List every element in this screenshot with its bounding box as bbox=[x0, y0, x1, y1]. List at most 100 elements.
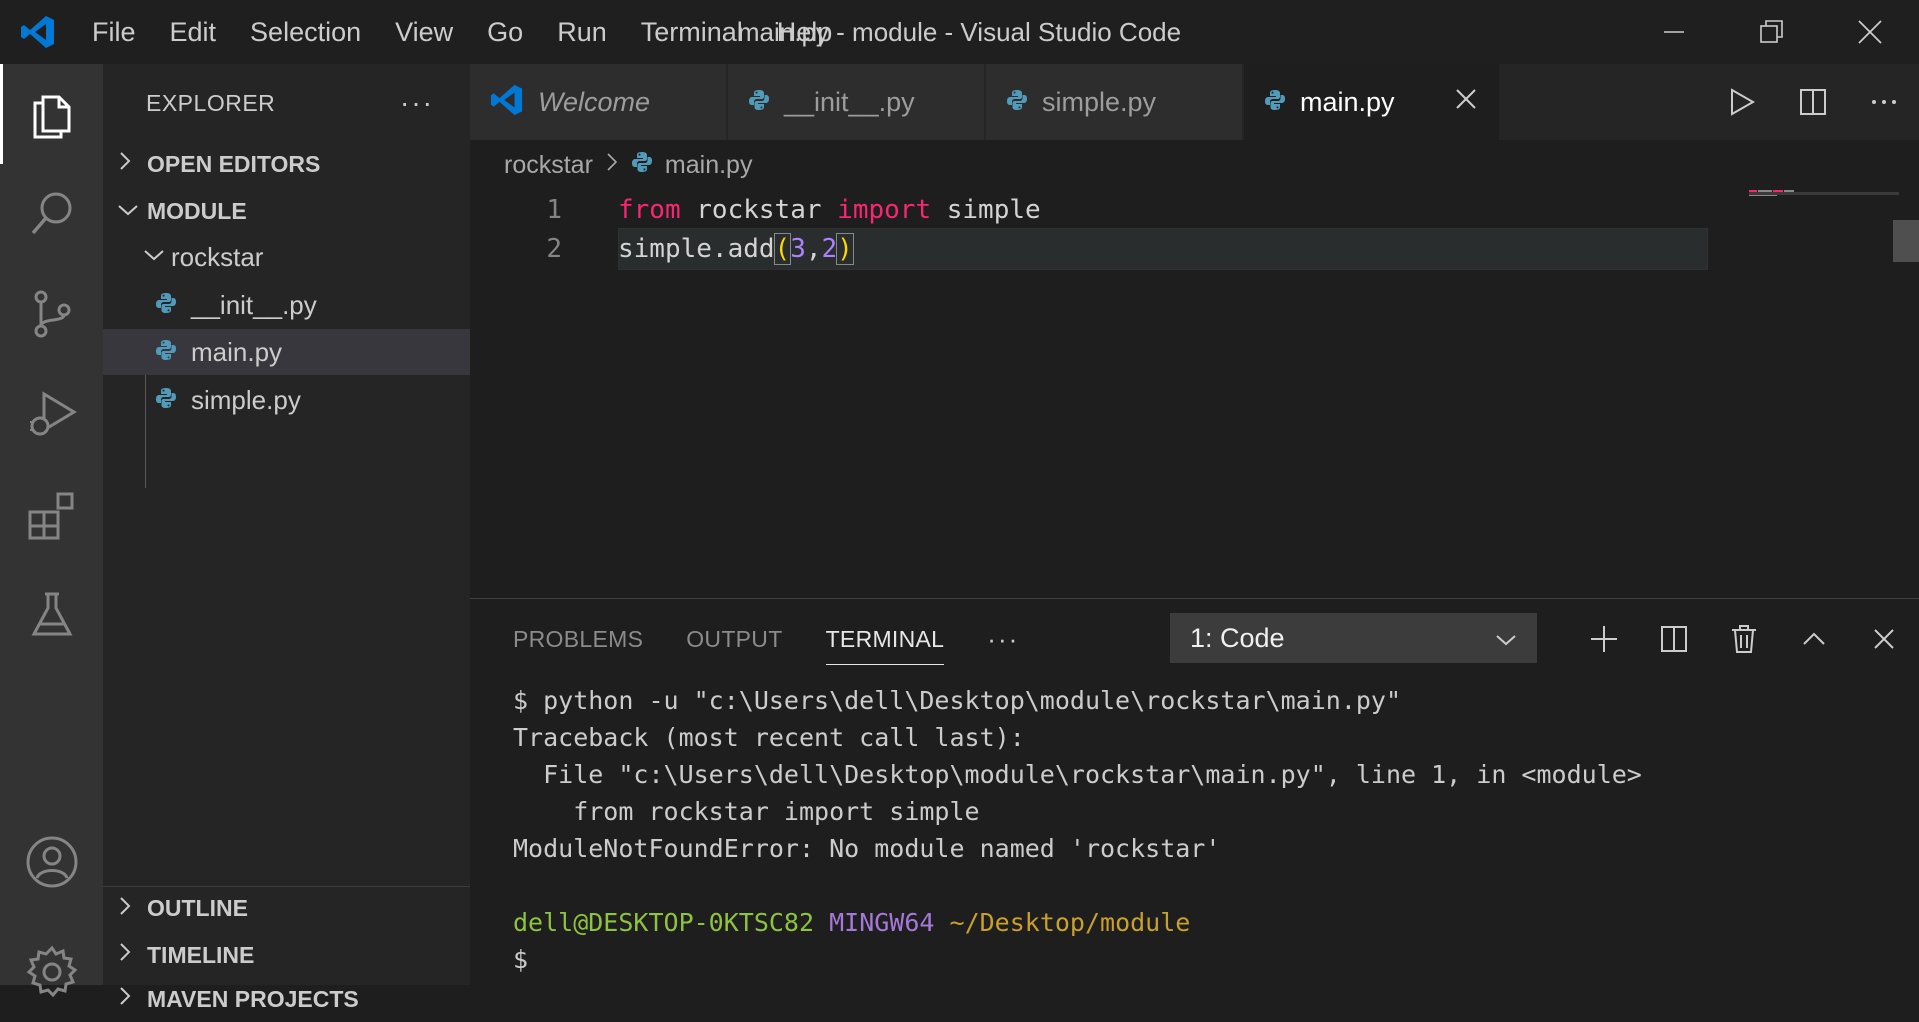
kill-terminal-button[interactable] bbox=[1709, 599, 1779, 679]
panel-actions bbox=[1569, 599, 1919, 679]
more-icon bbox=[1871, 100, 1896, 104]
terminal-line: $ python -u "c:\Users\dell\Desktop\modul… bbox=[513, 686, 1402, 715]
python-icon bbox=[1006, 89, 1028, 116]
tree-file-simple[interactable]: simple.py bbox=[103, 377, 470, 423]
settings-gear-icon[interactable] bbox=[0, 922, 103, 1022]
chevron-right-icon bbox=[117, 942, 147, 968]
trash-icon bbox=[1732, 625, 1756, 653]
restore-button[interactable] bbox=[1723, 0, 1821, 64]
testing-icon[interactable] bbox=[0, 564, 103, 664]
terminal-line: from rockstar import simple bbox=[513, 797, 980, 826]
restore-icon bbox=[1760, 20, 1783, 43]
close-panel-button[interactable] bbox=[1849, 599, 1919, 679]
tree-file-main[interactable]: main.py bbox=[103, 329, 470, 375]
more-actions-icon[interactable]: ··· bbox=[400, 87, 434, 119]
editor-more-button[interactable] bbox=[1848, 64, 1919, 140]
extensions-icon[interactable] bbox=[0, 464, 103, 564]
terminal-select[interactable]: 1: Code bbox=[1170, 613, 1537, 663]
split-terminal-button[interactable] bbox=[1639, 599, 1709, 679]
terminal-select-value: 1: Code bbox=[1190, 622, 1285, 653]
line-number: 2 bbox=[546, 234, 562, 264]
menu-selection[interactable]: Selection bbox=[233, 0, 378, 64]
code-text[interactable]: simple.add(3,2) bbox=[618, 233, 854, 265]
python-icon bbox=[631, 151, 653, 180]
close-icon bbox=[1874, 629, 1894, 649]
bottom-panel: PROBLEMS OUTPUT TERMINAL ··· 1: Code $ p… bbox=[470, 598, 1919, 985]
section-module[interactable]: MODULE bbox=[103, 189, 470, 233]
run-file-button[interactable] bbox=[1706, 64, 1777, 140]
split-editor-icon bbox=[1799, 89, 1826, 115]
tab-terminal[interactable]: TERMINAL bbox=[825, 599, 945, 679]
menu-file[interactable]: File bbox=[75, 0, 153, 64]
menu-help[interactable]: Help bbox=[760, 0, 850, 64]
editor-scrollbar-thumb[interactable] bbox=[1893, 220, 1919, 262]
maven-section-row: MAVEN PROJECTS bbox=[117, 977, 359, 1021]
code-line-1: 1 from rockstar import simple bbox=[470, 190, 1740, 230]
account-icon[interactable] bbox=[0, 812, 103, 912]
chevron-right-icon bbox=[117, 151, 147, 177]
menu-go[interactable]: Go bbox=[470, 0, 540, 64]
chevron-right-icon bbox=[117, 896, 147, 922]
tab-output[interactable]: OUTPUT bbox=[686, 599, 782, 679]
menu-run[interactable]: Run bbox=[540, 0, 624, 64]
terminal-line: ModuleNotFoundError: No module named 'ro… bbox=[513, 834, 1221, 863]
panel-more-icon[interactable]: ··· bbox=[987, 624, 1019, 655]
new-terminal-button[interactable] bbox=[1569, 599, 1639, 679]
menu-edit[interactable]: Edit bbox=[153, 0, 234, 64]
prompt-user: dell@DESKTOP-0KTSC82 bbox=[513, 908, 815, 937]
python-icon bbox=[1264, 89, 1286, 116]
code-editor[interactable]: 1 from rockstar import simple 2 simple.a… bbox=[470, 190, 1919, 598]
close-window-button[interactable] bbox=[1821, 0, 1919, 64]
terminal-output[interactable]: $ python -u "c:\Users\dell\Desktop\modul… bbox=[513, 682, 1642, 978]
minimize-button[interactable] bbox=[1625, 0, 1723, 64]
tab-simple[interactable]: simple.py bbox=[986, 64, 1243, 140]
close-tab-icon[interactable] bbox=[1455, 84, 1477, 118]
section-open-editors[interactable]: OPEN EDITORS bbox=[103, 142, 470, 186]
tab-problems[interactable]: PROBLEMS bbox=[513, 599, 643, 679]
chevron-up-icon bbox=[1803, 632, 1825, 645]
chevron-right-icon bbox=[605, 152, 619, 178]
source-control-icon[interactable] bbox=[0, 264, 103, 364]
section-timeline[interactable]: TIMELINE bbox=[103, 933, 470, 977]
explorer-sidebar: EXPLORER ··· OPEN EDITORS MODULE rocksta… bbox=[103, 64, 470, 1012]
explorer-icon[interactable] bbox=[0, 64, 103, 164]
chevron-down-icon bbox=[117, 198, 147, 224]
search-icon[interactable] bbox=[0, 164, 103, 264]
chevron-down-icon bbox=[143, 247, 171, 268]
terminal-prompt: dell@DESKTOP-0KTSC82 MINGW64 ~/Desktop/m… bbox=[513, 904, 1642, 941]
section-maven-projects[interactable]: MAVEN PROJECTS bbox=[103, 980, 470, 1012]
window-controls bbox=[1625, 0, 1919, 64]
vscode-icon bbox=[490, 83, 524, 122]
sidebar-title: EXPLORER bbox=[146, 89, 276, 116]
tab-init[interactable]: __init__.py bbox=[728, 64, 985, 140]
editor-tab-bar: Welcome __init__.py simple.py main.py bbox=[470, 64, 1919, 140]
python-icon bbox=[748, 89, 770, 116]
title-bar: File Edit Selection View Go Run Terminal… bbox=[0, 0, 1919, 64]
tree-file-init[interactable]: __init__.py bbox=[103, 282, 470, 328]
chevron-down-icon bbox=[1495, 623, 1517, 654]
minimap[interactable] bbox=[1749, 190, 1899, 598]
section-outline[interactable]: OUTLINE bbox=[103, 886, 470, 930]
tab-welcome[interactable]: Welcome bbox=[470, 64, 727, 140]
menu-bar: File Edit Selection View Go Run Terminal… bbox=[75, 0, 849, 64]
vscode-logo-icon bbox=[0, 0, 75, 64]
split-editor-button[interactable] bbox=[1777, 64, 1848, 140]
play-icon bbox=[1730, 88, 1755, 116]
tree-folder-rockstar[interactable]: rockstar bbox=[103, 234, 470, 280]
sidebar-header: EXPLORER ··· bbox=[103, 64, 470, 142]
run-debug-icon[interactable] bbox=[0, 364, 103, 464]
python-icon bbox=[155, 387, 191, 414]
menu-terminal[interactable]: Terminal bbox=[624, 0, 760, 64]
editor-actions bbox=[1706, 64, 1919, 140]
chevron-right-icon bbox=[117, 986, 147, 1012]
tab-main[interactable]: main.py bbox=[1244, 64, 1500, 140]
code-text[interactable]: from rockstar import simple bbox=[618, 195, 1041, 225]
terminal-input-line[interactable]: $ bbox=[513, 941, 1642, 978]
menu-view[interactable]: View bbox=[378, 0, 470, 64]
terminal-line: Traceback (most recent call last): bbox=[513, 723, 1025, 752]
prompt-host: MINGW64 bbox=[829, 908, 935, 937]
breadcrumb-folder[interactable]: rockstar bbox=[504, 151, 593, 180]
breadcrumb-file[interactable]: main.py bbox=[665, 151, 753, 180]
maximize-panel-button[interactable] bbox=[1779, 599, 1849, 679]
